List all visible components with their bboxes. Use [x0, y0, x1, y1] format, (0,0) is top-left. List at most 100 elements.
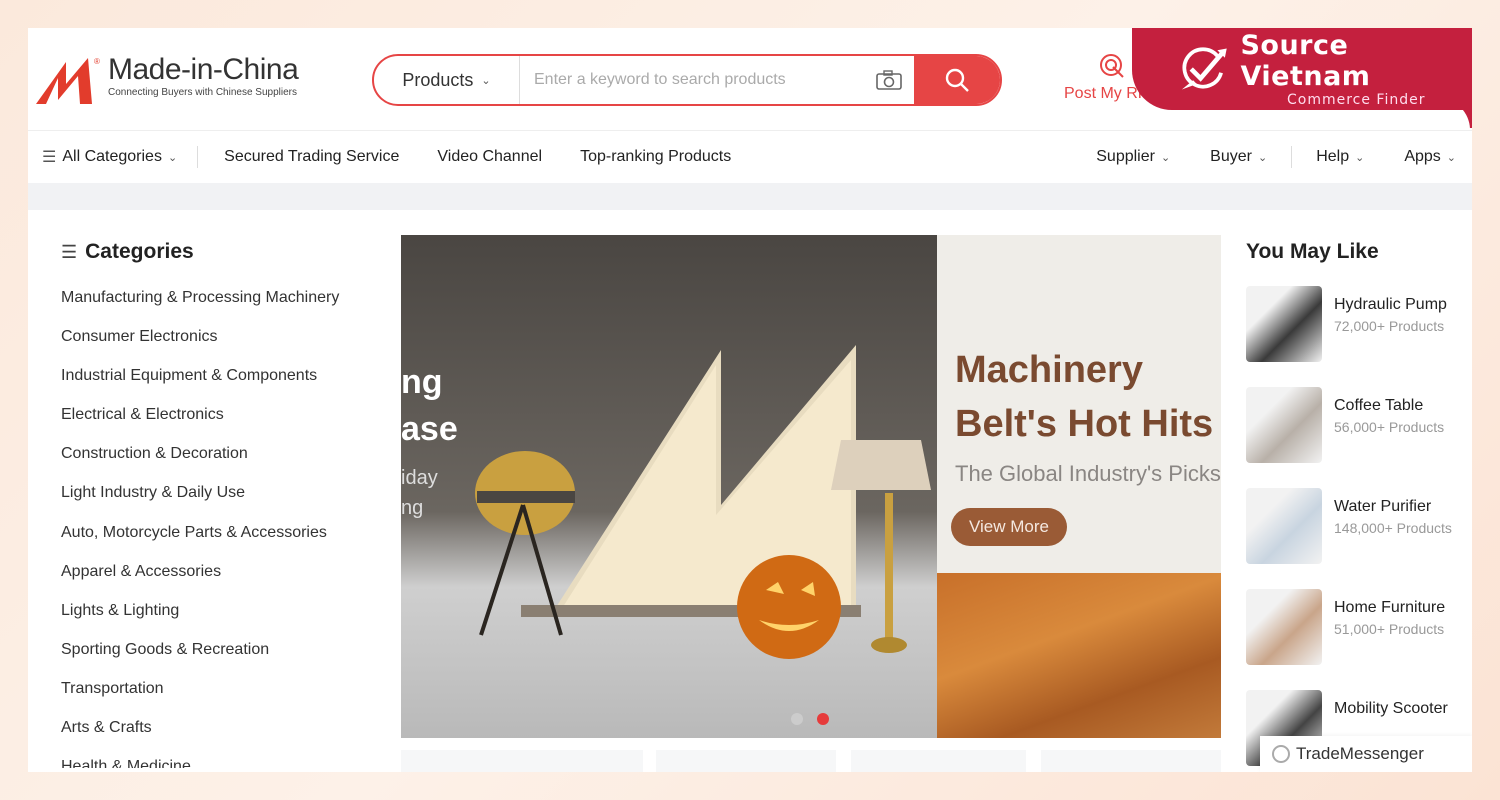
product-count: 51,000+ Products — [1334, 621, 1445, 637]
product-count: 72,000+ Products — [1334, 318, 1445, 334]
logo[interactable]: ® Made-in-China Connecting Buyers with C… — [36, 53, 299, 106]
product-card[interactable] — [1041, 750, 1221, 772]
categories-heading: ☰ Categories — [61, 240, 391, 264]
category-item[interactable]: Consumer Electronics — [61, 327, 391, 366]
trade-messenger-label: TradeMessenger — [1296, 744, 1424, 763]
search-icon — [945, 68, 969, 92]
header: ® Made-in-China Connecting Buyers with C… — [28, 28, 1472, 130]
category-item[interactable]: Sporting Goods & Recreation — [61, 640, 391, 679]
camera-search-icon[interactable] — [864, 56, 914, 104]
desert-image — [937, 573, 1221, 738]
categories-sidebar: ☰ Categories Manufacturing & Processing … — [61, 240, 391, 768]
source-vietnam-subtitle: Commerce Finder — [1286, 92, 1426, 108]
category-list: Manufacturing & Processing Machinery Cons… — [61, 288, 391, 768]
product-thumbnail — [1246, 488, 1322, 564]
category-item[interactable]: Electrical & Electronics — [61, 405, 391, 444]
nav-help-label: Help — [1316, 148, 1350, 165]
nav-top-ranking[interactable]: Top-ranking Products — [580, 148, 731, 166]
search-input[interactable] — [520, 56, 864, 104]
category-item[interactable]: Construction & Decoration — [61, 444, 391, 483]
nav-video-channel[interactable]: Video Channel — [437, 148, 542, 166]
carousel-dot-2-active[interactable] — [817, 713, 829, 725]
source-vietnam-banner: Source Vietnam Commerce Finder — [1132, 28, 1472, 110]
halloween-scene-image — [475, 345, 931, 659]
list-icon: ☰ — [61, 241, 78, 262]
nav-help[interactable]: Help ⌄ — [1316, 148, 1364, 166]
carousel-dots — [791, 713, 829, 725]
category-item[interactable]: Light Industry & Daily Use — [61, 483, 391, 522]
page-card: ® Made-in-China Connecting Buyers with C… — [28, 28, 1472, 772]
nav-apps-label: Apps — [1404, 148, 1441, 165]
you-may-like: You May Like Hydraulic Pump 72,000+ Produ… — [1246, 240, 1472, 766]
search-category-label: Products — [402, 69, 474, 90]
chevron-down-icon: ⌄ — [1446, 151, 1456, 164]
nav-buyer[interactable]: Buyer ⌄ — [1210, 148, 1267, 166]
category-item[interactable]: Lights & Lighting — [61, 601, 391, 640]
product-thumbnail — [1246, 589, 1322, 665]
you-may-like-title: You May Like — [1246, 240, 1379, 263]
banner-machinery-slide[interactable]: Machinery Belt's Hot Hits The Global Indu… — [937, 235, 1221, 738]
category-item[interactable]: Health & Medicine — [61, 757, 391, 768]
category-item[interactable]: Industrial Equipment & Components — [61, 366, 391, 405]
banner-title-line-1: Machinery — [955, 349, 1143, 391]
you-may-like-item[interactable]: Home Furniture 51,000+ Products — [1246, 589, 1445, 665]
all-categories-label: All Categories — [62, 148, 162, 165]
product-count: 56,000+ Products — [1334, 419, 1445, 435]
product-thumbnail — [1246, 286, 1322, 362]
product-count: 148,000+ Products — [1334, 520, 1452, 536]
product-name: Coffee Table — [1334, 397, 1424, 414]
nav-apps[interactable]: Apps ⌄ — [1404, 148, 1456, 166]
separator-band — [28, 183, 1472, 210]
you-may-like-item[interactable]: Water Purifier 148,000+ Products — [1246, 488, 1452, 564]
search-bar: Products ⌄ — [372, 54, 1002, 106]
category-item[interactable]: Transportation — [61, 679, 391, 718]
product-card[interactable] — [656, 750, 836, 772]
you-may-like-item[interactable]: Coffee Table 56,000+ Products — [1246, 387, 1444, 463]
divider — [197, 146, 199, 168]
banner-halloween-slide[interactable]: ng ase iday ng — [401, 235, 937, 738]
product-thumbnail — [1246, 387, 1322, 463]
nav-supplier[interactable]: Supplier ⌄ — [1096, 148, 1170, 166]
product-card[interactable] — [401, 750, 643, 772]
you-may-like-item[interactable]: Hydraulic Pump 72,000+ Products — [1246, 286, 1447, 362]
chevron-down-icon: ⌄ — [1355, 151, 1365, 164]
all-categories-menu[interactable]: ☰ All Categories ⌄ — [42, 147, 177, 167]
source-vietnam-title: Source Vietnam — [1240, 30, 1371, 92]
target-icon — [1100, 54, 1124, 78]
trade-messenger-button[interactable]: TradeMessenger — [1260, 736, 1472, 772]
categories-title: Categories — [85, 240, 194, 263]
product-card[interactable] — [851, 750, 1026, 772]
logo-tagline: Connecting Buyers with Chinese Suppliers — [108, 87, 297, 98]
product-name: Water Purifier — [1334, 498, 1432, 515]
category-item[interactable]: Manufacturing & Processing Machinery — [61, 288, 391, 327]
chevron-down-icon: ⌄ — [1257, 151, 1268, 164]
banner-subtitle: The Global Industry's Picks — [955, 461, 1221, 486]
view-more-button[interactable]: View More — [951, 508, 1067, 546]
category-item[interactable]: Arts & Crafts — [61, 718, 391, 757]
source-vietnam-check-logo-icon — [1181, 47, 1227, 90]
product-name: Mobility Scooter — [1334, 700, 1448, 717]
list-icon: ☰ — [42, 149, 57, 166]
made-in-china-logo-icon: ® — [36, 57, 100, 104]
chevron-down-icon: ⌄ — [481, 74, 491, 87]
chevron-down-icon: ⌄ — [167, 151, 178, 164]
category-item[interactable]: Apparel & Accessories — [61, 562, 391, 601]
search-category-select[interactable]: Products ⌄ — [374, 56, 520, 104]
svg-text:®: ® — [94, 57, 100, 66]
hero-carousel[interactable]: ng ase iday ng Machinery Belt's Hot Hits… — [401, 235, 1221, 738]
product-name: Home Furniture — [1334, 599, 1446, 616]
banner-title: Machinery Belt's Hot Hits — [955, 343, 1213, 451]
logo-name: Made-in-China — [108, 53, 299, 86]
nav-supplier-label: Supplier — [1096, 148, 1155, 165]
messenger-status-icon — [1272, 745, 1290, 763]
carousel-dot-1[interactable] — [791, 713, 803, 725]
product-name: Hydraulic Pump — [1334, 296, 1447, 313]
main-content: ☰ Categories Manufacturing & Processing … — [36, 210, 1472, 772]
banner-title-line-2: Belt's Hot Hits — [955, 403, 1214, 445]
nav-secured-trading[interactable]: Secured Trading Service — [224, 148, 399, 166]
chevron-down-icon: ⌄ — [1160, 151, 1171, 164]
search-button[interactable] — [914, 56, 1000, 104]
category-item[interactable]: Auto, Motorcycle Parts & Accessories — [61, 523, 391, 562]
nav-buyer-label: Buyer — [1210, 148, 1252, 165]
main-nav: ☰ All Categories ⌄ Secured Trading Servi… — [28, 130, 1472, 183]
